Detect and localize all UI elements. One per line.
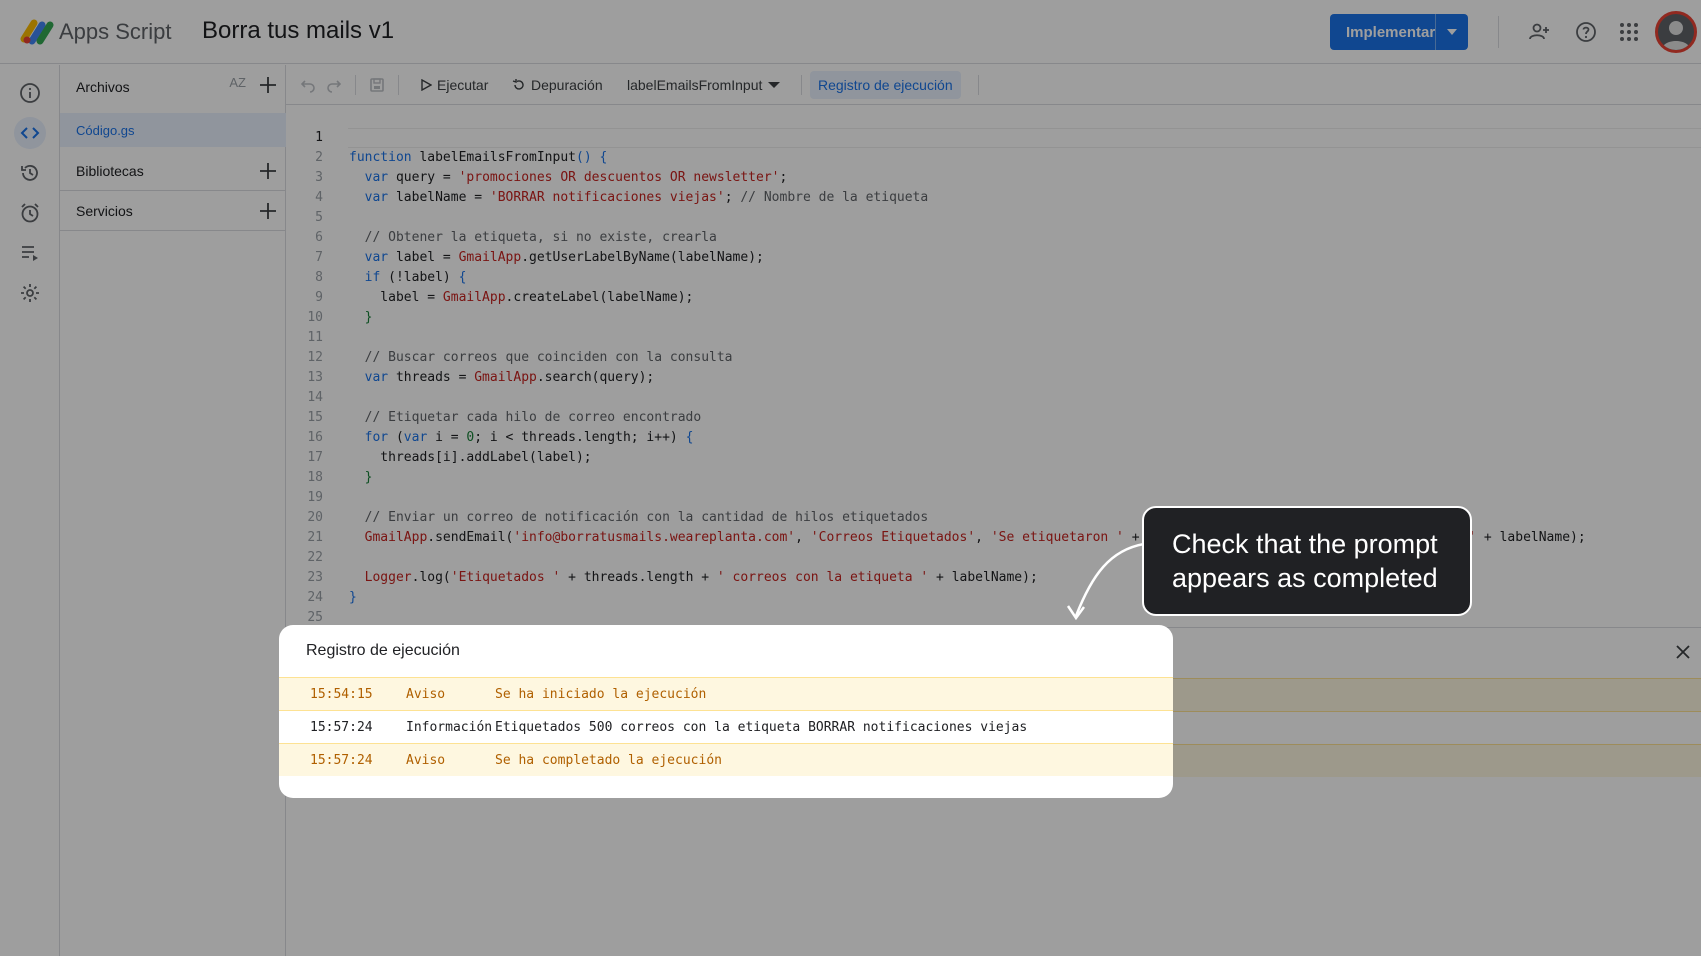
log-level: Información [406, 720, 493, 735]
spotlight-log: Registro de ejecución 15:54:15 Aviso Se … [279, 625, 1173, 798]
log-row: 15:54:15 Aviso Se ha iniciado la ejecuci… [279, 677, 1173, 710]
log-title: Registro de ejecución [306, 642, 460, 659]
log-level: Aviso [406, 753, 446, 768]
log-row: 15:57:24 Aviso Se ha completado la ejecu… [279, 743, 1173, 776]
callout-arrow-icon [1066, 542, 1145, 620]
log-time: 15:57:24 [310, 753, 373, 768]
log-time: 15:54:15 [310, 687, 373, 702]
log-message: Etiquetados 500 correos con la etiqueta … [495, 720, 1028, 735]
log-message: Se ha completado la ejecución [495, 753, 722, 768]
log-message: Se ha iniciado la ejecución [495, 687, 707, 702]
tutorial-overlay [0, 0, 1701, 956]
log-level: Aviso [406, 687, 446, 702]
log-time: 15:57:24 [310, 720, 373, 735]
tutorial-callout: Check that the prompt appears as complet… [1142, 506, 1472, 616]
log-row: 15:57:24 Información Etiquetados 500 cor… [279, 710, 1173, 743]
